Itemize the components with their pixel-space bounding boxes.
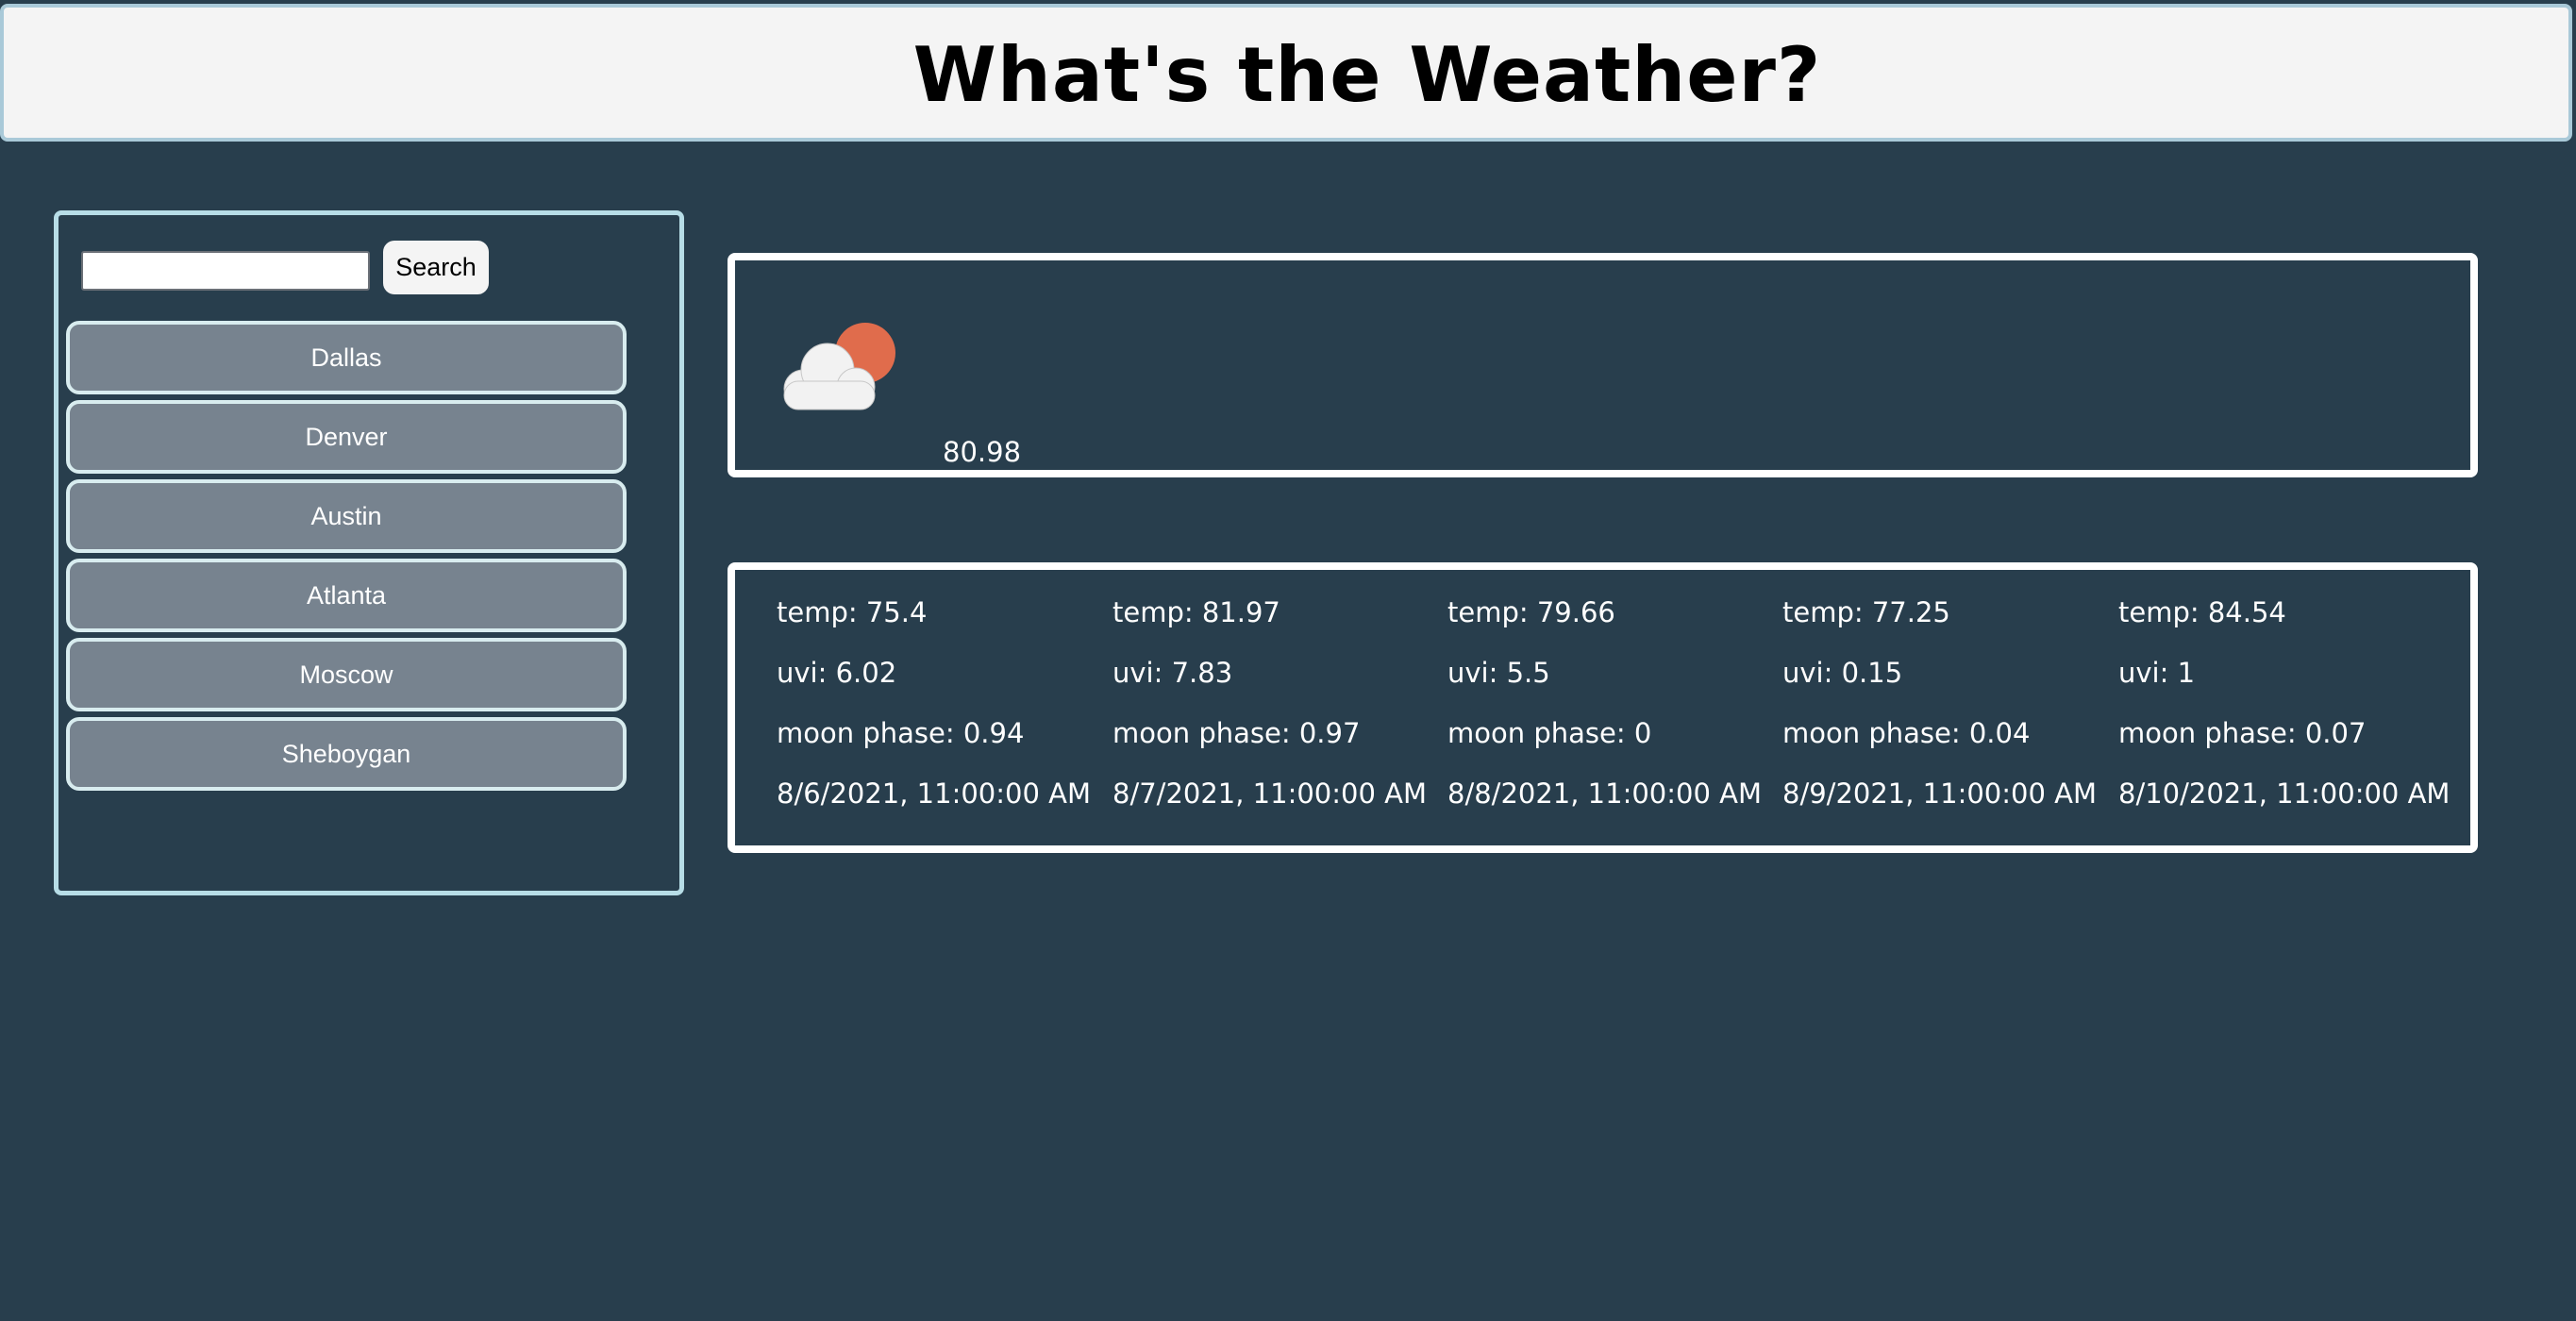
forecast-date: 8/7/2021, 11:00:00 AM <box>1112 778 1428 810</box>
city-button-dallas[interactable]: Dallas <box>66 321 627 394</box>
city-button-denver[interactable]: Denver <box>66 400 627 474</box>
forecast-moon-phase: moon phase: 0.07 <box>2118 717 2367 749</box>
forecast-moon-phase: moon phase: 0 <box>1447 717 1652 749</box>
forecast-uvi: uvi: 1 <box>2118 657 2196 689</box>
forecast-date: 8/8/2021, 11:00:00 AM <box>1447 778 1763 810</box>
cloud-sun-icon <box>783 323 895 410</box>
forecast-day: temp: 84.54 uvi: 1 moon phase: 0.07 8/10… <box>2118 596 2454 838</box>
forecast-temp: temp: 84.54 <box>2118 596 2286 628</box>
forecast-date: 8/10/2021, 11:00:00 AM <box>2118 778 2451 810</box>
current-weather-card: 80.98 <box>728 253 2478 477</box>
forecast-date: 8/6/2021, 11:00:00 AM <box>777 778 1092 810</box>
forecast-day: temp: 75.4 uvi: 6.02 moon phase: 0.94 8/… <box>777 596 1112 838</box>
forecast-day: temp: 81.97 uvi: 7.83 moon phase: 0.97 8… <box>1112 596 1448 838</box>
page-header: What's the Weather? <box>0 4 2572 142</box>
search-button[interactable]: Search <box>383 241 489 294</box>
forecast-uvi: uvi: 7.83 <box>1112 657 1233 689</box>
current-temperature: 80.98 <box>943 436 1022 468</box>
city-button-moscow[interactable]: Moscow <box>66 638 627 711</box>
forecast-temp: temp: 79.66 <box>1447 596 1615 628</box>
forecast-uvi: uvi: 5.5 <box>1447 657 1550 689</box>
city-list: Dallas Denver Austin Atlanta Moscow Sheb… <box>66 321 627 796</box>
forecast-day: temp: 79.66 uvi: 5.5 moon phase: 0 8/8/2… <box>1447 596 1783 838</box>
forecast-day: temp: 77.25 uvi: 0.15 moon phase: 0.04 8… <box>1782 596 2118 838</box>
search-input[interactable] <box>81 251 370 291</box>
forecast-temp: temp: 77.25 <box>1782 596 1950 628</box>
forecast-temp: temp: 81.97 <box>1112 596 1280 628</box>
city-button-atlanta[interactable]: Atlanta <box>66 559 627 632</box>
forecast-moon-phase: moon phase: 0.97 <box>1112 717 1361 749</box>
sidebar: Search Dallas Denver Austin Atlanta Mosc… <box>54 210 684 895</box>
forecast-uvi: uvi: 6.02 <box>777 657 897 689</box>
page-title: What's the Weather? <box>912 31 1822 119</box>
forecast-temp: temp: 75.4 <box>777 596 928 628</box>
forecast-moon-phase: moon phase: 0.04 <box>1782 717 2031 749</box>
forecast-card: temp: 75.4 uvi: 6.02 moon phase: 0.94 8/… <box>728 562 2478 853</box>
city-button-austin[interactable]: Austin <box>66 479 627 553</box>
city-button-sheboygan[interactable]: Sheboygan <box>66 717 627 791</box>
forecast-moon-phase: moon phase: 0.94 <box>777 717 1025 749</box>
forecast-date: 8/9/2021, 11:00:00 AM <box>1782 778 2098 810</box>
forecast-uvi: uvi: 0.15 <box>1782 657 1903 689</box>
